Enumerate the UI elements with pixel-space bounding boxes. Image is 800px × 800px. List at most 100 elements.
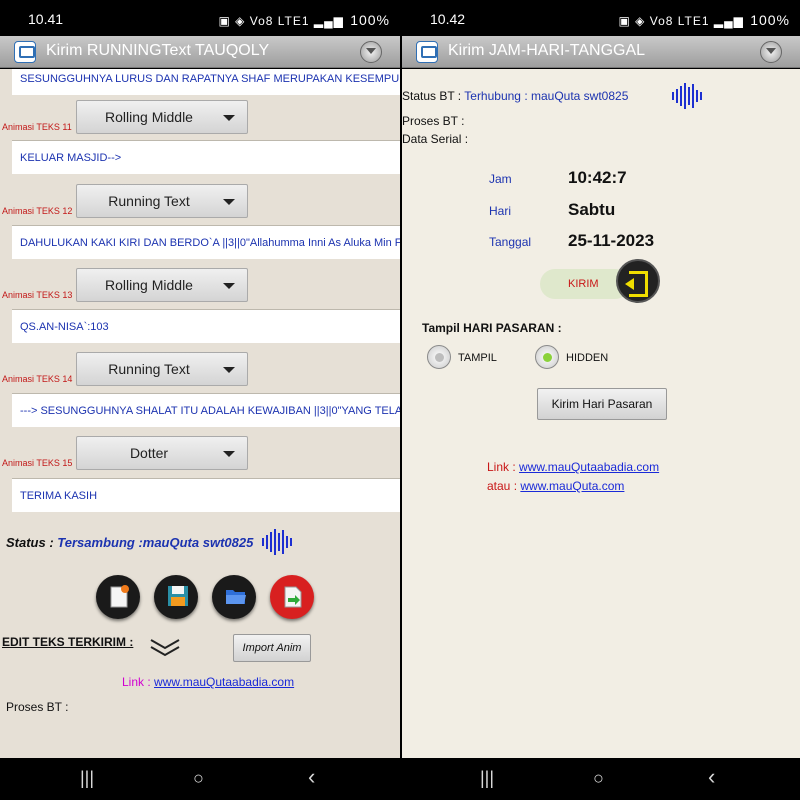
status-value: Tersambung :mauQuta swt0825 — [57, 535, 254, 550]
recents-icon[interactable]: ||| — [480, 768, 494, 789]
animation-label-14: Animasi TEKS 14 — [2, 374, 73, 384]
proses-bt-label: Proses BT : — [402, 114, 465, 128]
caret-down-icon — [223, 451, 235, 457]
jam-label: Jam — [489, 172, 512, 186]
send-file-icon — [284, 586, 302, 608]
animation-label-15: Animasi TEKS 15 — [2, 458, 73, 468]
send-enter-icon[interactable] — [616, 259, 660, 303]
new-file-icon — [110, 585, 129, 608]
tanggal-label: Tanggal — [489, 235, 532, 249]
radio-dot — [543, 353, 552, 362]
website-link[interactable]: www.mauQuta.com — [520, 479, 624, 493]
connection-status: Status : Tersambung :mauQuta swt0825 — [6, 535, 253, 550]
new-file-button[interactable] — [96, 575, 140, 619]
dropdown-label: Running Text — [108, 193, 190, 209]
animation-dropdown-12[interactable]: Running Text — [76, 184, 248, 218]
dropdown-label: Dotter — [129, 445, 169, 461]
bt-status-value: Terhubung : mauQuta swt0825 — [464, 89, 629, 103]
link-label: Link : — [122, 675, 151, 689]
recents-icon[interactable]: ||| — [80, 768, 94, 789]
clock: 10.41 — [28, 11, 64, 27]
open-folder-icon — [226, 590, 246, 604]
bluetooth-wave-icon — [672, 83, 704, 111]
caret-down-icon — [223, 367, 235, 373]
animation-dropdown-14[interactable]: Running Text — [76, 352, 248, 386]
app-title: Kirim RUNNINGText TAUQOLY — [46, 42, 270, 59]
text-input-15[interactable]: TERIMA KASIH — [12, 478, 400, 512]
text-input-11[interactable]: KELUAR MASJID--> — [12, 140, 400, 174]
dropdown-label: Rolling Middle — [105, 277, 193, 293]
hari-value: Sabtu — [568, 200, 616, 219]
radio-dot — [435, 353, 444, 362]
data-serial-label: Data Serial : — [402, 132, 469, 146]
radio-hidden[interactable] — [535, 345, 559, 369]
radio-hidden-label: HIDDEN — [566, 352, 609, 364]
back-icon[interactable]: ‹ — [708, 764, 715, 790]
tanggal-value: 25-11-2023 — [568, 231, 655, 250]
jam-value: 10:42:7 — [568, 168, 627, 187]
status-icons: ▣ ◈ Vo8 LTE1 ▂▄▆ 100% — [619, 12, 791, 28]
link-label: atau : — [487, 479, 518, 493]
send-file-button[interactable] — [270, 575, 314, 619]
app-logo-icon — [14, 41, 36, 63]
website-link[interactable]: www.mauQutaabadia.com — [519, 460, 659, 474]
status-bar: 10.41 ▣ ◈ Vo8 LTE1 ▂▄▆ 100% — [0, 0, 400, 36]
website-link[interactable]: www.mauQutaabadia.com — [154, 675, 294, 689]
navigation-bar: ||| ○ ‹ — [0, 758, 400, 800]
caret-down-icon — [223, 283, 235, 289]
radio-tampil-label: TAMPIL — [458, 352, 497, 364]
edit-text-label: EDIT TEKS TERKIRIM : — [2, 635, 134, 649]
animation-label-13: Animasi TEKS 13 — [2, 290, 73, 300]
dropdown-label: Running Text — [108, 361, 190, 377]
text-input-13[interactable]: QS.AN-NISA`:103 — [12, 309, 400, 343]
save-button[interactable] — [154, 575, 198, 619]
dropdown-label: Rolling Middle — [105, 109, 193, 125]
status-label: Status : — [6, 535, 54, 550]
left-screen: 10.41 ▣ ◈ Vo8 LTE1 ▂▄▆ 100% Kirim RUNNIN… — [0, 0, 400, 800]
signal-icons: ▣ ◈ Vo8 LTE1 ▂▄▆ — [218, 14, 344, 28]
signal-icons: ▣ ◈ Vo8 LTE1 ▂▄▆ — [618, 14, 744, 28]
pasaran-title: Tampil HARI PASARAN : — [422, 321, 562, 335]
app-title: Kirim JAM-HARI-TANGGAL — [448, 42, 646, 59]
text-input-12[interactable]: DAHULUKAN KAKI KIRI DAN BERDO`A ||3||0"A… — [12, 225, 400, 259]
animation-dropdown-13[interactable]: Rolling Middle — [76, 268, 248, 302]
right-screen: 10.42 ▣ ◈ Vo8 LTE1 ▂▄▆ 100% Kirim JAM-HA… — [402, 0, 800, 800]
overflow-menu-icon[interactable] — [760, 41, 782, 63]
animation-label-12: Animasi TEKS 12 — [2, 206, 73, 216]
status-icons: ▣ ◈ Vo8 LTE1 ▂▄▆ 100% — [219, 12, 391, 28]
animation-dropdown-11[interactable]: Rolling Middle — [76, 100, 248, 134]
link-row-1: Link : www.mauQutaabadia.com — [487, 460, 659, 474]
back-icon[interactable]: ‹ — [308, 764, 315, 790]
battery-level: 100% — [750, 12, 790, 28]
clock: 10.42 — [430, 11, 466, 27]
save-icon — [168, 586, 188, 606]
text-input-14[interactable]: ---> SESUNGGUHNYA SHALAT ITU ADALAH KEWA… — [12, 393, 400, 427]
app-logo-icon — [416, 41, 438, 63]
caret-down-icon — [223, 199, 235, 205]
status-bar: 10.42 ▣ ◈ Vo8 LTE1 ▂▄▆ 100% — [402, 0, 800, 36]
app-bar: Kirim JAM-HARI-TANGGAL — [402, 36, 800, 68]
main-content: Status BT : Terhubung : mauQuta swt0825 … — [402, 69, 800, 758]
chevron-down-icon[interactable] — [150, 637, 180, 657]
bt-status-label: Status BT : — [402, 89, 462, 103]
animation-dropdown-15[interactable]: Dotter — [76, 436, 248, 470]
link-label: Link : — [487, 460, 516, 474]
bluetooth-wave-icon — [262, 529, 294, 557]
link-row: Link : www.mauQutaabadia.com — [122, 675, 294, 689]
proses-bt-label: Proses BT : — [6, 700, 69, 714]
open-folder-button[interactable] — [212, 575, 256, 619]
navigation-bar: ||| ○ ‹ — [402, 758, 800, 800]
home-icon[interactable]: ○ — [593, 768, 604, 789]
text-input-10[interactable]: SESUNGGUHNYA LURUS DAN RAPATNYA SHAF MER… — [12, 69, 400, 95]
import-anim-button[interactable]: Import Anim — [233, 634, 311, 662]
link-row-2: atau : www.mauQuta.com — [487, 479, 624, 493]
caret-down-icon — [223, 115, 235, 121]
bt-status: Status BT : Terhubung : mauQuta swt0825 — [402, 89, 628, 103]
app-bar: Kirim RUNNINGText TAUQOLY — [0, 36, 400, 68]
kirim-hari-pasaran-button[interactable]: Kirim Hari Pasaran — [537, 388, 667, 420]
radio-tampil[interactable] — [427, 345, 451, 369]
hari-label: Hari — [489, 204, 512, 218]
animation-label-11: Animasi TEKS 11 — [2, 122, 72, 132]
overflow-menu-icon[interactable] — [360, 41, 382, 63]
home-icon[interactable]: ○ — [193, 768, 204, 789]
